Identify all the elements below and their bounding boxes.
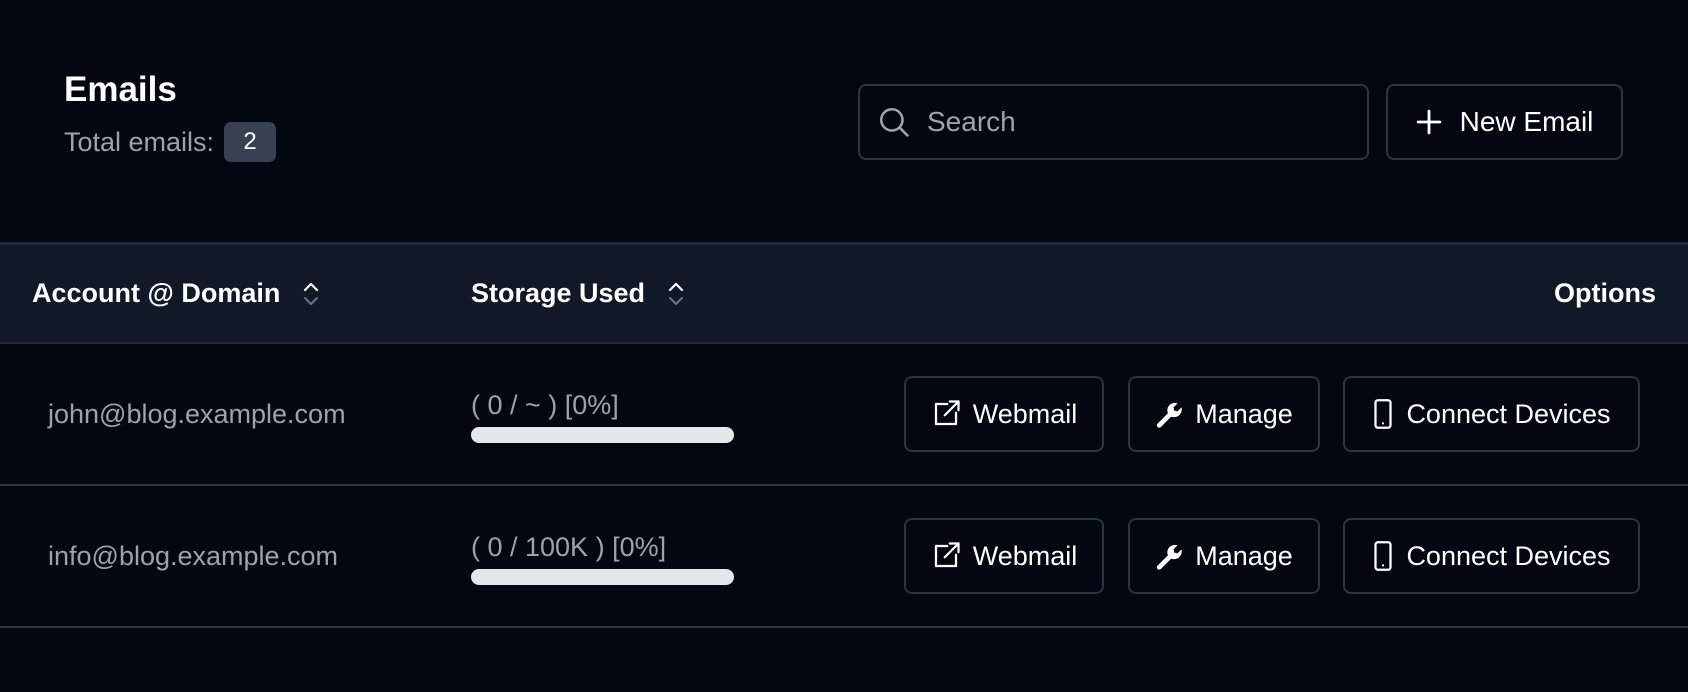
connect-devices-button[interactable]: Connect Devices [1343,376,1640,452]
storage-progress-bar [471,569,734,585]
column-header-account[interactable]: Account @ Domain [32,245,320,342]
webmail-button[interactable]: Webmail [904,376,1104,452]
table-row: info@blog.example.com ( 0 / 100K ) [0%] … [0,486,1688,628]
column-header-options: Options [1554,278,1656,308]
connect-devices-label: Connect Devices [1406,398,1611,429]
external-link-icon [931,541,961,571]
page-title: Emails [64,70,177,109]
new-email-button[interactable]: New Email [1386,84,1623,160]
search-box[interactable] [858,84,1369,160]
storage-cell: ( 0 / 100K ) [0%] [471,533,734,585]
page-header: Emails Total emails: 2 New Email [0,0,1688,242]
sort-icon[interactable] [302,281,320,307]
search-input[interactable] [925,91,1367,153]
column-header-account-label: Account @ Domain [32,278,281,308]
table-header: Account @ Domain Storage Used Options [0,242,1688,344]
webmail-button[interactable]: Webmail [904,518,1104,594]
wrench-icon [1155,400,1183,428]
manage-label: Manage [1195,398,1293,429]
webmail-label: Webmail [972,540,1078,571]
plus-icon [1416,109,1442,135]
manage-button[interactable]: Manage [1128,518,1320,594]
search-icon [877,105,911,139]
manage-button[interactable]: Manage [1128,376,1320,452]
emails-page: Emails Total emails: 2 New Email [0,0,1688,692]
wrench-icon [1155,542,1183,570]
column-header-storage[interactable]: Storage Used [471,245,685,342]
connect-devices-button[interactable]: Connect Devices [1343,518,1640,594]
column-header-storage-label: Storage Used [471,278,646,308]
storage-text: ( 0 / ~ ) [0%] [471,390,619,420]
email-address: john@blog.example.com [48,398,346,429]
storage-progress-bar [471,427,734,443]
total-emails-label: Total emails: [64,126,215,157]
external-link-icon [931,399,961,429]
webmail-label: Webmail [972,398,1078,429]
mobile-phone-icon [1372,541,1394,571]
new-email-label: New Email [1459,106,1594,137]
table-row: john@blog.example.com ( 0 / ~ ) [0%] Web… [0,344,1688,486]
total-emails: Total emails: 2 [64,122,277,162]
total-emails-badge: 2 [224,122,277,162]
email-address: info@blog.example.com [48,540,339,571]
storage-cell: ( 0 / ~ ) [0%] [471,391,734,443]
manage-label: Manage [1195,540,1293,571]
storage-text: ( 0 / 100K ) [0%] [471,532,667,562]
mobile-phone-icon [1372,399,1394,429]
sort-icon[interactable] [667,281,685,307]
connect-devices-label: Connect Devices [1406,540,1611,571]
